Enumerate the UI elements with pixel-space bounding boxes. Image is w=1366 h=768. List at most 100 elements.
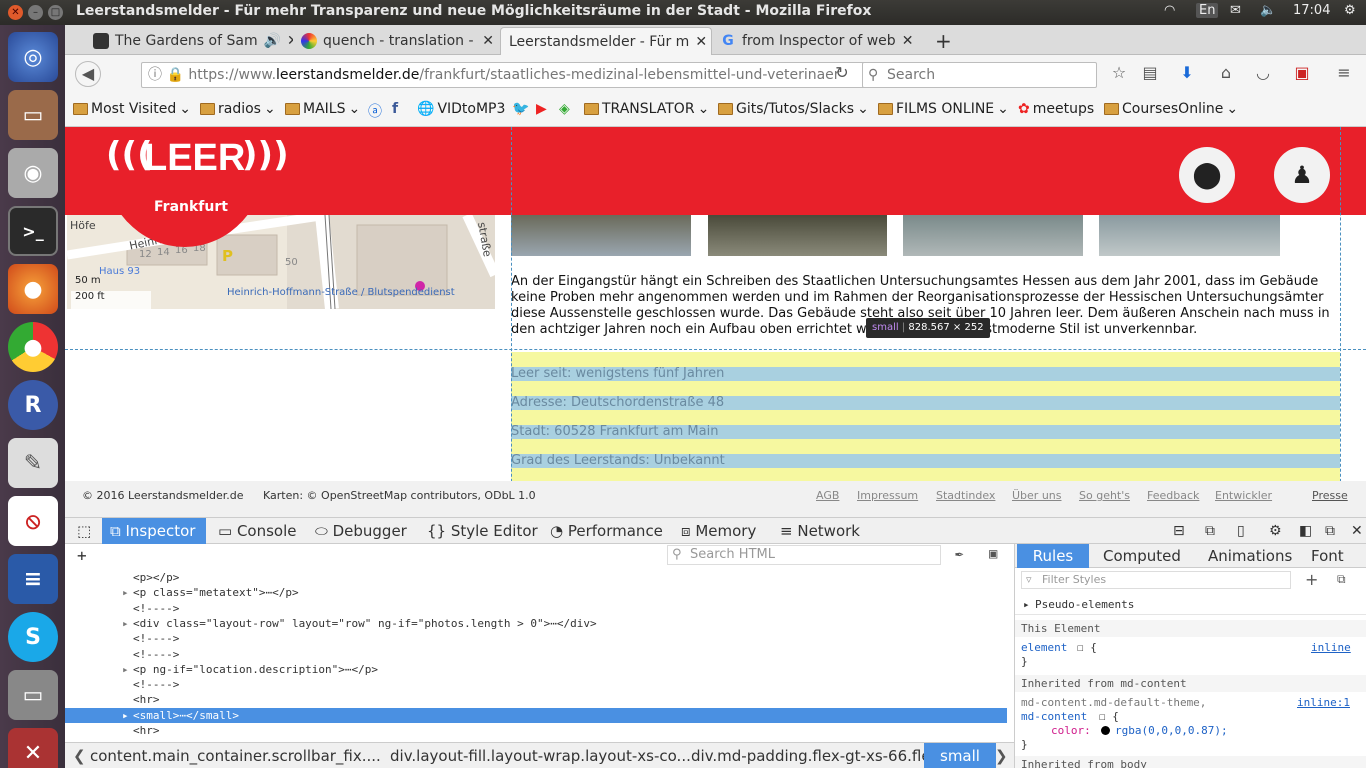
dock-side-icon[interactable]: ◧	[1291, 518, 1320, 544]
mail-icon[interactable]: ✉	[1230, 3, 1241, 18]
tab-fonts[interactable]: Font	[1301, 544, 1354, 568]
tab-performance[interactable]: ◔ Performance	[542, 518, 671, 544]
writer-icon[interactable]: ≡	[8, 554, 58, 604]
footer-link-ueber-uns[interactable]: Über uns	[1012, 489, 1062, 502]
footer-link-entwickler[interactable]: Entwickler	[1215, 489, 1272, 502]
bookmark-star-icon[interactable]: ☆	[1108, 63, 1130, 82]
undock-icon[interactable]: ⧉	[1317, 518, 1343, 544]
user-icon[interactable]: ♟	[1274, 147, 1330, 203]
terminal-icon[interactable]: >_	[8, 206, 58, 256]
amazon-icon[interactable]: ⓐ	[368, 101, 382, 121]
skype-icon[interactable]: S	[8, 612, 58, 662]
twitter-icon[interactable]: 🐦	[512, 101, 529, 117]
tab-inspector[interactable]: ⧉ Inspector	[102, 518, 206, 544]
scratchpad-icon[interactable]: ⧉	[1197, 518, 1223, 544]
footer-link-impressum[interactable]: Impressum	[857, 489, 918, 502]
back-icon[interactable]: ◀	[75, 61, 101, 87]
files-icon[interactable]: ▭	[8, 90, 58, 140]
search-html-input[interactable]: ⚲ Search HTML	[667, 545, 941, 565]
markup-node-selected[interactable]: ▸ <small>⋯</small>	[65, 707, 1007, 723]
close-tab-icon[interactable]: ✕	[482, 33, 494, 49]
trash-icon[interactable]: ✕	[8, 728, 58, 768]
markup-node[interactable]: <!---->	[65, 647, 1007, 662]
footer-link-stadtindex[interactable]: Stadtindex	[936, 489, 995, 502]
footer-link-agb[interactable]: AGB	[816, 489, 839, 502]
settings-icon[interactable]: ⚙	[1261, 518, 1290, 544]
pdf-viewer-icon[interactable]: ⦸	[8, 496, 58, 546]
footer-link-so-gehts[interactable]: So geht's	[1079, 489, 1130, 502]
expand-node-icon[interactable]: ▸	[122, 708, 129, 723]
tab-style-editor[interactable]: {} Style Editor	[419, 518, 546, 544]
close-tab-icon[interactable]: ✕	[902, 33, 914, 49]
tab-animations[interactable]: Animations	[1198, 544, 1302, 568]
chrome-icon[interactable]: ●	[8, 322, 58, 372]
tab-gardens[interactable]: The Gardens of Sam 🔊 ✕	[85, 27, 293, 55]
youtube-icon[interactable]: ▶	[536, 101, 547, 117]
bookmark-radios[interactable]: radios ⌄	[200, 101, 276, 117]
speaker-icon[interactable]: 🔊	[264, 33, 281, 49]
color-swatch-icon[interactable]	[1101, 726, 1110, 735]
breadcrumb-forward-icon[interactable]: ❯	[995, 747, 1008, 765]
power-icon[interactable]: ⚙	[1344, 3, 1356, 18]
firefox-icon[interactable]: ●	[8, 264, 58, 314]
map[interactable]: Höfe Heinrich 12 14 16 18 50 P straße Ha…	[67, 215, 495, 309]
markup-node[interactable]: <!---->	[65, 631, 1007, 646]
footer-link-presse[interactable]: Presse	[1312, 489, 1348, 502]
wifi-icon[interactable]: ◠	[1164, 3, 1175, 18]
close-devtools-icon[interactable]: ✕	[1343, 518, 1366, 544]
bookmark-translator[interactable]: TRANSLATOR ⌄	[584, 101, 709, 117]
inline-source-link[interactable]: inline:1	[1297, 696, 1350, 709]
tab-leerstandsmelder[interactable]: Leerstandsmelder - Für m ✕	[500, 27, 712, 55]
breadcrumb-item[interactable]: div.layout-fill.layout-wrap.layout-xs-co…	[390, 747, 691, 765]
markup-node[interactable]: <!---->	[65, 677, 1007, 692]
ubuntu-icon[interactable]: ◎	[8, 32, 58, 82]
keyboard-layout[interactable]: En	[1196, 3, 1219, 18]
reload-icon[interactable]: ↻	[831, 63, 853, 82]
new-tab-button[interactable]: +	[927, 27, 958, 55]
text-editor-icon[interactable]: ✎	[8, 438, 58, 488]
url-bar[interactable]: ⓘ 🔒 https://www.leerstandsmelder.de/fran…	[141, 62, 919, 88]
tab-rules[interactable]: Rules	[1017, 544, 1089, 568]
tab-console[interactable]: ▭ Console	[210, 518, 305, 544]
close-tab-icon[interactable]: ✕	[695, 34, 707, 50]
r-icon[interactable]: R	[8, 380, 58, 430]
add-node-icon[interactable]: +	[77, 546, 87, 565]
camera-icon[interactable]: ◉	[8, 148, 58, 198]
facebook-icon[interactable]: f	[392, 101, 398, 117]
footer-link-feedback[interactable]: Feedback	[1147, 489, 1199, 502]
close-window-icon[interactable]: ✕	[8, 5, 23, 20]
device-icon[interactable]: ▯	[1229, 518, 1253, 544]
eyedropper-icon[interactable]: ✒	[955, 546, 963, 562]
bookmark-films[interactable]: FILMS ONLINE ⌄	[878, 101, 1009, 117]
library-icon[interactable]: ▤	[1139, 63, 1161, 82]
photo-thumbnail[interactable]	[708, 215, 887, 256]
photo-thumbnail[interactable]	[511, 215, 691, 256]
bookmark-most-visited[interactable]: Most Visited ⌄	[73, 101, 191, 117]
expand-node-icon[interactable]: ▸	[122, 662, 129, 677]
bookmark-vidtomp3[interactable]: 🌐 VIDtoMP3	[417, 101, 505, 117]
maximize-window-icon[interactable]: □	[48, 5, 63, 20]
bookmark-mails[interactable]: MAILS ⌄	[285, 101, 360, 117]
css-value[interactable]: rgba(0,0,0,0.87);	[1115, 724, 1228, 737]
expand-node-icon[interactable]: ▸	[122, 616, 129, 631]
pseudo-class-toggle-icon[interactable]: ⧉	[1337, 572, 1346, 587]
tab-quench[interactable]: quench - translation - E ✕	[293, 27, 500, 55]
maps-icon[interactable]: ◈	[559, 101, 570, 117]
photo-thumbnail[interactable]	[1099, 215, 1280, 256]
add-rule-icon[interactable]: +	[1305, 570, 1318, 589]
markup-node[interactable]: ▸ <p ng-if="location.description">⋯</p>	[65, 662, 1007, 677]
volume-icon[interactable]: 🔈	[1260, 3, 1276, 18]
bookmark-gits[interactable]: Gits/Tutos/Slacks ⌄	[718, 101, 869, 117]
search-input[interactable]: ⚲ Search	[862, 62, 1097, 88]
disk-icon[interactable]: ▭	[8, 670, 58, 720]
bookmark-courses[interactable]: CoursesOnline ⌄	[1104, 101, 1238, 117]
tab-computed[interactable]: Computed	[1093, 544, 1191, 568]
addon-icon[interactable]: ▣	[1291, 63, 1313, 82]
pocket-icon[interactable]: ◡	[1252, 63, 1274, 82]
tab-debugger[interactable]: ⬭ Debugger	[307, 518, 415, 544]
breadcrumb-item[interactable]: content.main_container.scrollbar_fix....	[90, 747, 381, 765]
markup-node[interactable]: <p></p>	[65, 570, 1007, 585]
markup-node[interactable]: <hr>	[65, 692, 1007, 707]
filter-styles-input[interactable]: ▿ Filter Styles	[1021, 571, 1291, 589]
pseudo-elements-section[interactable]: ▸ Pseudo-elements	[1015, 595, 1366, 615]
